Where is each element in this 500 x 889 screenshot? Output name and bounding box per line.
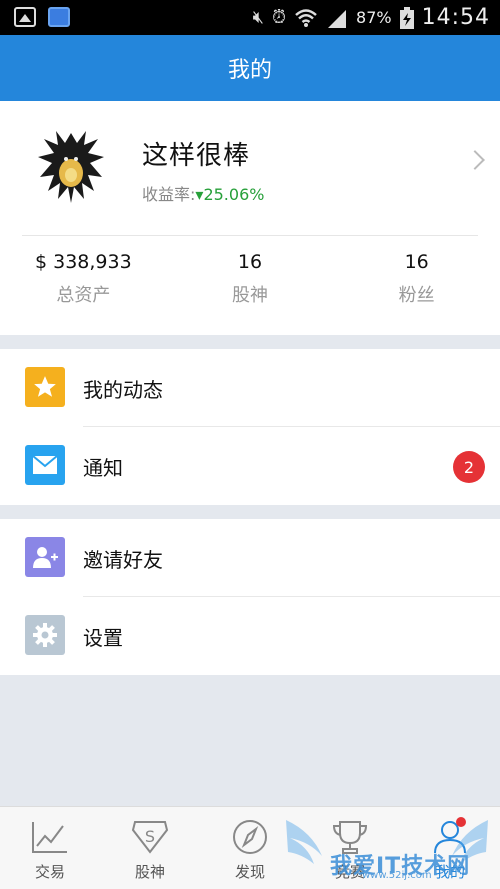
menu-item-my-activity[interactable]: 我的动态 xyxy=(0,349,500,427)
menu-item-label: 邀请好友 xyxy=(83,547,163,572)
tab-trade[interactable]: 交易 xyxy=(0,807,100,889)
yield-label: 收益率: xyxy=(142,185,196,204)
chart-icon xyxy=(30,817,70,857)
menu-item-settings[interactable]: 设置 xyxy=(0,597,500,675)
tab-gurus[interactable]: S 股神 xyxy=(100,807,200,889)
tab-label: 股神 xyxy=(134,863,165,881)
stat-label: 粉丝 xyxy=(398,285,435,306)
gear-icon xyxy=(25,615,65,655)
username: 这样很棒 xyxy=(142,141,251,171)
stat-total-assets[interactable]: $ 338,933 总资产 xyxy=(0,251,167,307)
menu-item-invite-friends[interactable]: 邀请好友 xyxy=(0,519,500,597)
shield-s-icon: S xyxy=(130,817,170,857)
profile-card[interactable]: 这样很棒 收益率:▾25.06% $ 338,933 总资产 16 股神 16 … xyxy=(0,101,500,335)
menu-group-settings: 邀请好友 设置 xyxy=(0,519,500,675)
menu-group-activity: 我的动态 通知 2 xyxy=(0,349,500,505)
battery-icon xyxy=(399,6,414,29)
status-bar: 🔇︎ ⏰︎ 87% 14:54 xyxy=(0,0,500,35)
stat-value: 16 xyxy=(237,251,263,273)
tab-label: 交易 xyxy=(34,863,65,881)
trophy-icon xyxy=(330,817,370,857)
star-icon xyxy=(25,367,65,407)
avatar-beetle-image xyxy=(28,123,114,209)
tab-discover[interactable]: 发现 xyxy=(200,807,300,889)
page-title: 我的 xyxy=(227,58,272,83)
menu-item-label: 设置 xyxy=(83,625,123,650)
compass-icon xyxy=(230,817,270,857)
menu-item-notifications[interactable]: 通知 2 xyxy=(0,427,500,505)
bottom-tab-bar: 交易 S 股神 发现 竞赛 我的 xyxy=(0,806,500,889)
battery-percent: 87% xyxy=(356,8,392,27)
wifi-icon xyxy=(295,8,317,27)
yield-value: ▾25.06% xyxy=(195,185,265,204)
avatar[interactable] xyxy=(28,123,114,209)
chevron-right-icon[interactable] xyxy=(465,150,485,170)
stat-label: 总资产 xyxy=(56,285,111,306)
add-user-icon xyxy=(25,537,65,577)
weather-notification-icon xyxy=(48,7,70,27)
stat-label: 股神 xyxy=(232,285,268,306)
yield-rate: 收益率:▾25.06% xyxy=(142,181,264,205)
notification-badge: 2 xyxy=(453,451,485,483)
stat-value: 16 xyxy=(404,251,429,273)
menu-item-label: 我的动态 xyxy=(83,377,163,402)
tab-label: 我的 xyxy=(434,863,465,881)
stat-followers[interactable]: 16 粉丝 xyxy=(333,251,500,307)
app-bar: 我的 xyxy=(0,35,500,101)
alarm-icon: ⏰︎ xyxy=(271,7,287,28)
profile-stats: $ 338,933 总资产 16 股神 16 粉丝 xyxy=(0,251,500,307)
tab-label: 竞赛 xyxy=(334,863,365,881)
tab-contest[interactable]: 竞赛 xyxy=(300,807,400,889)
mail-icon xyxy=(25,445,65,485)
mute-icon: 🔇︎ xyxy=(252,7,264,28)
stat-value: $ 338,933 xyxy=(34,251,132,273)
signal-icon xyxy=(328,9,347,28)
menu-item-label: 通知 xyxy=(83,455,123,480)
tab-me[interactable]: 我的 xyxy=(400,807,500,889)
stat-gurus[interactable]: 16 股神 xyxy=(167,251,334,307)
tab-label: 发现 xyxy=(234,863,265,881)
clock: 14:54 xyxy=(421,5,490,30)
gallery-notification-icon xyxy=(14,7,36,27)
tab-notification-dot xyxy=(456,817,466,827)
divider xyxy=(22,235,478,236)
svg-text:S: S xyxy=(145,827,155,846)
